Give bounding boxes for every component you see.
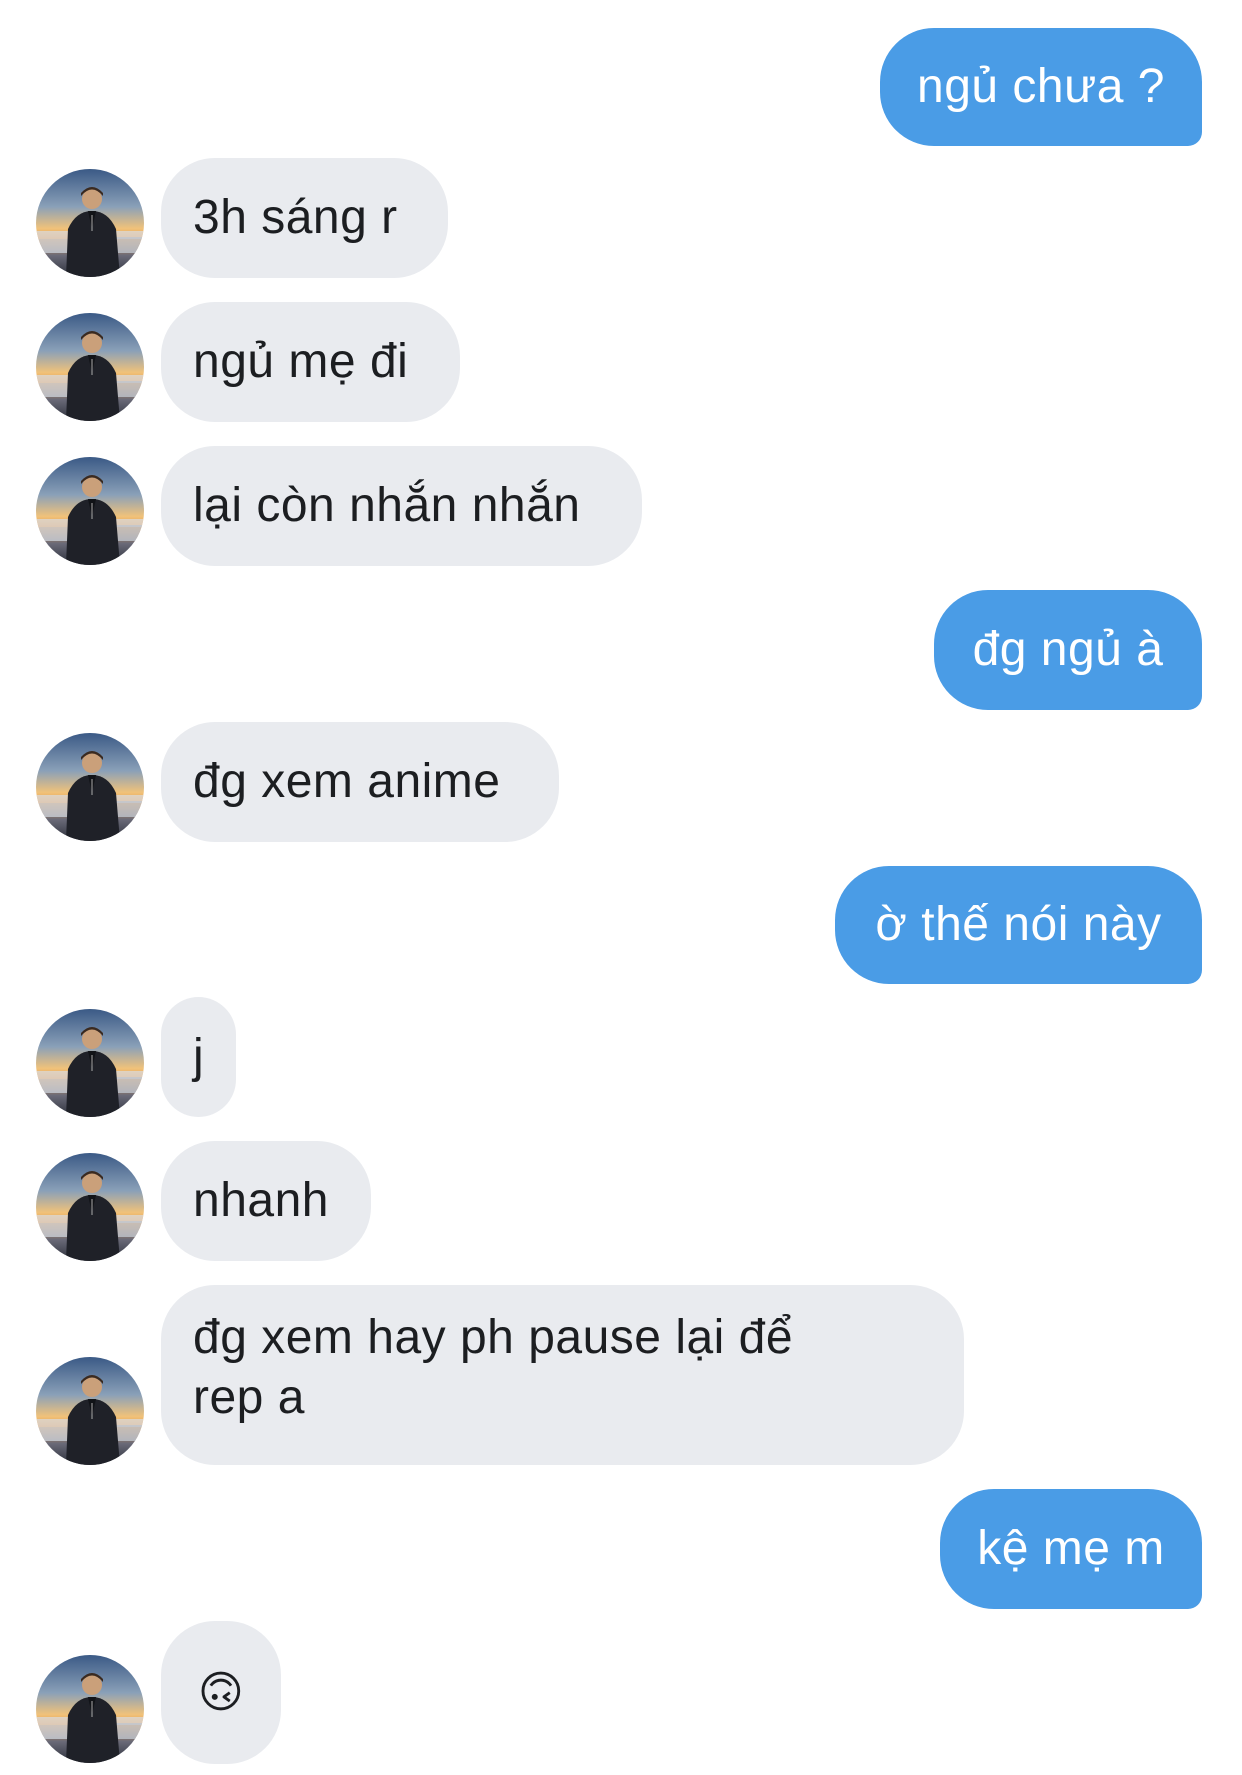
avatar[interactable] bbox=[36, 1153, 144, 1261]
message-text: ngủ chưa ? bbox=[917, 60, 1165, 113]
avatar[interactable] bbox=[36, 1655, 144, 1763]
message-bubble-received[interactable]: 🙃 bbox=[161, 1621, 281, 1764]
message-text: đg xem anime bbox=[193, 755, 501, 808]
message-text: nhanh bbox=[193, 1174, 329, 1227]
avatar[interactable] bbox=[36, 1357, 144, 1465]
message-text: đg ngủ à bbox=[972, 623, 1164, 676]
contact-profile-photo-icon bbox=[36, 733, 144, 841]
message-bubble-received[interactable]: đg xem hay ph pause lại để rep a bbox=[161, 1285, 964, 1465]
message-text: j bbox=[193, 1030, 205, 1083]
avatar[interactable] bbox=[36, 313, 144, 421]
contact-profile-photo-icon bbox=[36, 1357, 144, 1465]
message-bubble-received[interactable]: ngủ mẹ đi bbox=[161, 302, 460, 422]
message-text-line-1: đg xem hay ph pause lại để bbox=[193, 1311, 794, 1364]
contact-profile-photo-icon bbox=[36, 1009, 144, 1117]
message-text: ờ thế nói này bbox=[875, 898, 1162, 951]
message-bubble-sent[interactable]: kệ mẹ m bbox=[940, 1489, 1202, 1609]
avatar[interactable] bbox=[36, 1009, 144, 1117]
message-text: kệ mẹ m bbox=[977, 1522, 1165, 1575]
message-bubble-received[interactable]: đg xem anime bbox=[161, 722, 559, 842]
contact-profile-photo-icon bbox=[36, 457, 144, 565]
message-bubble-sent[interactable]: ờ thế nói này bbox=[835, 866, 1202, 984]
avatar[interactable] bbox=[36, 457, 144, 565]
message-bubble-received[interactable]: nhanh bbox=[161, 1141, 371, 1261]
message-text: 3h sáng r bbox=[193, 191, 398, 244]
message-bubble-received[interactable]: 3h sáng r bbox=[161, 158, 448, 278]
contact-profile-photo-icon bbox=[36, 1153, 144, 1261]
message-text: ngủ mẹ đi bbox=[193, 335, 409, 388]
avatar[interactable] bbox=[36, 733, 144, 841]
contact-profile-photo-icon bbox=[36, 313, 144, 421]
message-bubble-received[interactable]: lại còn nhắn nhắn bbox=[161, 446, 642, 566]
message-text: lại còn nhắn nhắn bbox=[193, 479, 581, 532]
avatar[interactable] bbox=[36, 169, 144, 277]
message-bubble-sent[interactable]: ngủ chưa ? bbox=[880, 28, 1202, 146]
message-text-line-2: rep a bbox=[193, 1371, 305, 1424]
message-bubble-sent[interactable]: đg ngủ à bbox=[934, 590, 1202, 710]
contact-profile-photo-icon bbox=[36, 169, 144, 277]
upside-down-face-icon: 🙃 bbox=[197, 1667, 245, 1717]
contact-profile-photo-icon bbox=[36, 1655, 144, 1763]
message-bubble-received[interactable]: j bbox=[161, 997, 236, 1117]
